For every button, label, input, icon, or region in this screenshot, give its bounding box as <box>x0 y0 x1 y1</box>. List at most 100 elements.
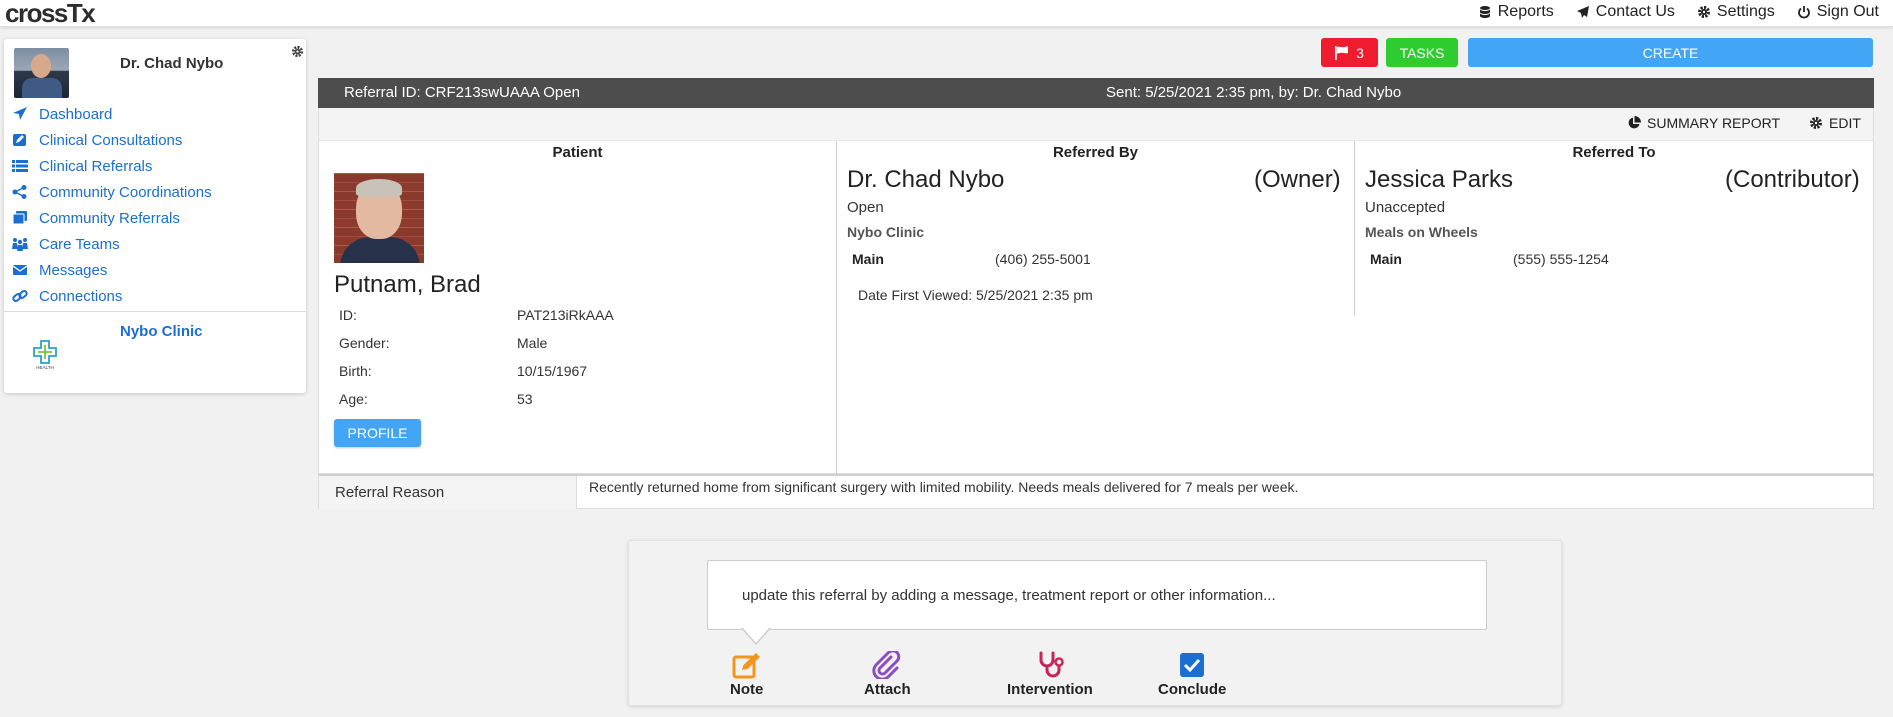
reports-link[interactable]: Reports <box>1478 3 1554 21</box>
patient-age-label: Age: <box>339 391 368 407</box>
referred-by-title: Referred By <box>1052 144 1139 161</box>
referred-by-phone: (406) 255-5001 <box>995 251 1091 267</box>
sidebar-item-community-referrals[interactable]: Community Referrals <box>12 205 212 231</box>
share-icon <box>12 185 27 199</box>
org-logo-icon: HEALTH <box>33 340 57 370</box>
patient-name: Putnam, Brad <box>334 271 481 298</box>
sidebar-item-label: Dashboard <box>39 105 113 123</box>
sidebar-menu: Dashboard Clinical Consultations Clinica… <box>12 101 212 309</box>
sidebar-item-clinical-referrals[interactable]: Clinical Referrals <box>12 153 212 179</box>
referred-by-role: (Owner) <box>1254 166 1341 193</box>
referred-to-org: Meals on Wheels <box>1365 224 1478 240</box>
conclude-button[interactable]: Conclude <box>1158 651 1226 698</box>
link-icon <box>12 290 28 302</box>
sidebar-item-label: Clinical Referrals <box>39 157 153 175</box>
referred-to-role: (Contributor) <box>1725 166 1860 193</box>
referred-to-name[interactable]: Jessica Parks <box>1365 166 1513 194</box>
summary-report-label: SUMMARY REPORT <box>1647 115 1781 131</box>
referred-by-name[interactable]: Dr. Chad Nybo <box>847 166 1004 194</box>
paperclip-icon <box>872 651 901 679</box>
referral-reason-row: Referral Reason Recently returned home f… <box>318 474 1874 509</box>
flag-icon <box>1335 45 1349 60</box>
patient-photo <box>334 173 424 263</box>
note-edit-icon <box>732 653 760 679</box>
patient-id-label: ID: <box>339 307 357 323</box>
note-button[interactable]: Note <box>730 651 763 698</box>
update-input[interactable]: update this referral by adding a message… <box>707 560 1487 630</box>
sidebar-item-label: Community Referrals <box>39 209 180 227</box>
note-label: Note <box>730 681 764 698</box>
contact-label: Contact Us <box>1595 3 1675 20</box>
flags-button[interactable]: 3 <box>1321 38 1378 67</box>
top-nav: Reports Contact Us Settings Sign Out <box>1478 3 1879 21</box>
sidebar-item-messages[interactable]: Messages <box>12 257 212 283</box>
power-icon <box>1797 6 1810 19</box>
column-divider <box>836 141 837 475</box>
edit-button[interactable]: EDIT <box>1809 115 1861 131</box>
stack-icon <box>12 211 27 225</box>
referred-by-phone-label: Main <box>852 251 884 267</box>
tasks-button[interactable]: TASKS <box>1386 38 1458 67</box>
update-panel: update this referral by adding a message… <box>628 540 1562 706</box>
sidebar-item-connections[interactable]: Connections <box>12 283 212 309</box>
referred-to-status: Unaccepted <box>1365 199 1446 216</box>
intervention-button[interactable]: Intervention <box>1007 651 1093 698</box>
sign-out-label: Sign Out <box>1816 3 1879 20</box>
sidebar-item-label: Community Coordinations <box>39 183 212 201</box>
referral-reason-text: Recently returned home from significant … <box>589 479 1299 495</box>
paper-plane-icon <box>13 107 27 120</box>
sidebar-item-label: Connections <box>39 287 123 305</box>
org-name[interactable]: Nybo Clinic <box>120 323 203 340</box>
referred-by-org: Nybo Clinic <box>847 224 925 240</box>
paper-plane-icon <box>1576 6 1589 18</box>
checkbox-checked-icon <box>1180 653 1205 677</box>
create-button[interactable]: CREATE <box>1468 38 1873 67</box>
intervention-label: Intervention <box>1007 681 1093 698</box>
user-name: Dr. Chad Nybo <box>120 55 224 72</box>
list-icon <box>12 160 28 172</box>
sidebar-item-label: Clinical Consultations <box>39 131 183 149</box>
edit-square-icon <box>13 134 26 146</box>
sidebar: Dr. Chad Nybo Dashboard Clinical Consult… <box>4 39 306 393</box>
referred-to-title: Referred To <box>1572 144 1656 161</box>
sidebar-item-clinical-consultations[interactable]: Clinical Consultations <box>12 127 212 153</box>
sidebar-item-community-coordinations[interactable]: Community Coordinations <box>12 179 212 205</box>
column-divider <box>1354 141 1355 316</box>
date-first-viewed: Date First Viewed: 5/25/2021 2:35 pm <box>858 287 1093 303</box>
user-avatar[interactable] <box>14 48 69 98</box>
top-bar: crossTx Reports Contact Us Settings Sign… <box>0 0 1893 29</box>
envelope-icon <box>12 265 28 275</box>
sidebar-item-care-teams[interactable]: Care Teams <box>12 231 212 257</box>
referral-reason-label: Referral Reason <box>319 476 577 509</box>
summary-report-button[interactable]: SUMMARY REPORT <box>1627 115 1780 131</box>
patient-title: Patient <box>552 144 603 161</box>
referral-sent: Sent: 5/25/2021 2:35 pm, by: Dr. Chad Ny… <box>1106 84 1402 101</box>
attach-button[interactable]: Attach <box>864 651 911 698</box>
referred-to-phone: (555) 555-1254 <box>1513 251 1609 267</box>
contact-link[interactable]: Contact Us <box>1576 3 1675 21</box>
referral-id: Referral ID: CRF213swUAAA Open <box>344 84 580 101</box>
patient-birth-value: 10/15/1967 <box>517 363 588 379</box>
attach-label: Attach <box>864 681 911 698</box>
org-logo-text: HEALTH <box>36 365 53 370</box>
pie-chart-icon <box>1628 116 1641 129</box>
sign-out-link[interactable]: Sign Out <box>1797 3 1879 21</box>
input-pointer <box>741 627 771 645</box>
referred-to-phone-label: Main <box>1370 251 1402 267</box>
sidebar-item-dashboard[interactable]: Dashboard <box>12 101 212 127</box>
app-logo[interactable]: crossTx <box>5 0 96 29</box>
referral-toolbar: SUMMARY REPORT EDIT <box>318 108 1874 140</box>
settings-label: Settings <box>1716 3 1775 20</box>
gear-icon <box>1810 117 1822 129</box>
reports-label: Reports <box>1497 3 1554 20</box>
stethoscope-icon <box>1039 651 1064 678</box>
settings-link[interactable]: Settings <box>1697 3 1775 21</box>
sidebar-gear-icon[interactable] <box>291 45 304 58</box>
gear-icon <box>1697 6 1710 18</box>
profile-button[interactable]: PROFILE <box>334 419 421 447</box>
flags-count: 3 <box>1356 44 1364 61</box>
sidebar-item-label: Messages <box>39 261 108 279</box>
conclude-label: Conclude <box>1158 681 1227 698</box>
referral-body: Patient Referred By Referred To Putnam, … <box>318 140 1874 475</box>
people-icon <box>12 238 28 251</box>
